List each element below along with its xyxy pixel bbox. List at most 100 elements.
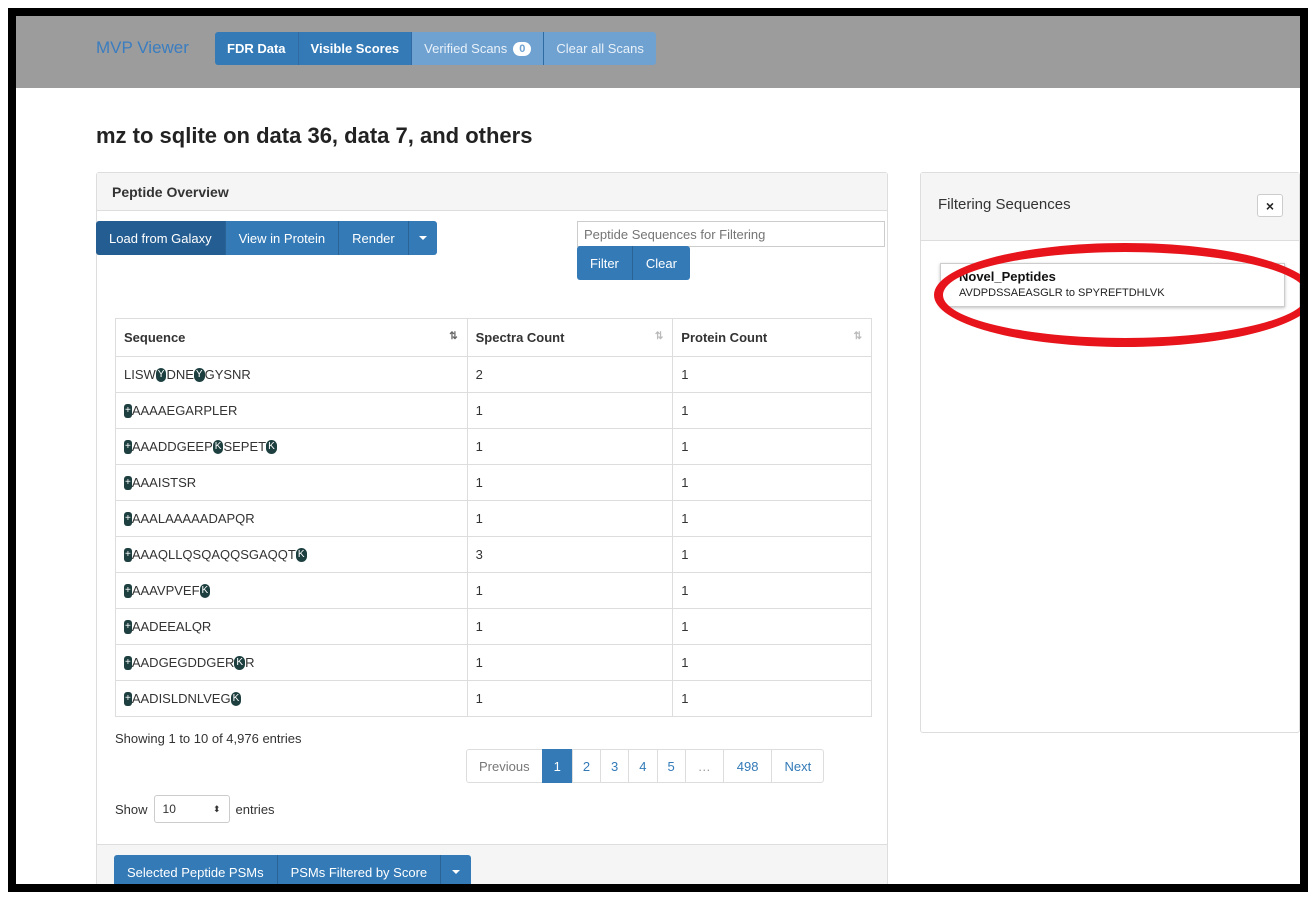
sequence-cell: +AAAAEGARPLER: [115, 392, 468, 429]
protein-count-cell: 1: [672, 356, 872, 393]
sort-icon: ⇅: [853, 331, 862, 342]
n-terminal-mod-badge: +: [124, 512, 132, 527]
page-length-value: 10: [162, 802, 176, 816]
sequence-text: AADISLDNLVEG: [131, 690, 231, 706]
column-header-protein-count[interactable]: Protein Count ⇅: [672, 318, 872, 357]
table-row[interactable]: +AAAAEGARPLER 1 1: [115, 392, 872, 429]
modified-residue-badge: K: [234, 656, 246, 671]
table-row[interactable]: +AADISLDNLVEG K 1 1: [115, 680, 872, 717]
fdr-data-button[interactable]: FDR Data: [215, 32, 299, 65]
column-header-label: Spectra Count: [475, 330, 565, 345]
sequence-text: AAAVPVEF: [131, 582, 200, 598]
protein-count-cell: 1: [672, 500, 872, 537]
clear-filter-button[interactable]: Clear: [632, 246, 690, 280]
peptide-overview-panel: Peptide Overview Load from Galaxy View i…: [96, 172, 888, 884]
n-terminal-mod-badge: +: [124, 548, 132, 563]
view-in-protein-button[interactable]: View in Protein: [225, 221, 340, 255]
close-icon[interactable]: ×: [1257, 194, 1283, 217]
visible-scores-button[interactable]: Visible Scores: [298, 32, 413, 65]
n-terminal-mod-badge: +: [124, 656, 132, 671]
column-header-label: Protein Count: [681, 330, 768, 345]
load-from-galaxy-button[interactable]: Load from Galaxy: [96, 221, 226, 255]
spectra-count-cell: 1: [466, 428, 674, 465]
sequence-text: DNE: [166, 366, 194, 382]
table-row[interactable]: +AADEEALQR 1 1: [115, 608, 872, 645]
protein-count-cell: 1: [672, 392, 872, 429]
protein-count-cell: 1: [672, 536, 872, 573]
sequence-cell: +AAADDGEEP K SEPET K: [115, 428, 468, 465]
sequence-text: AAADDGEEP: [131, 438, 213, 454]
sequence-text: AAAAEGARPLER: [131, 402, 238, 418]
show-label: Show: [115, 801, 148, 817]
sequence-cell: LISW Y DNE Y GYSNR: [115, 356, 468, 393]
spectra-count-cell: 1: [466, 572, 674, 609]
sequence-text: AAAQLLQSQAQQSGAQQT: [131, 546, 296, 562]
screenshot-frame: MVP Viewer FDR Data Visible Scores Verif…: [8, 8, 1308, 892]
spectra-count-cell: 1: [466, 500, 674, 537]
table-info: Showing 1 to 10 of 4,976 entries: [115, 731, 302, 746]
page-1-button[interactable]: 1: [541, 749, 573, 783]
next-page-button[interactable]: Next: [771, 749, 825, 783]
protein-count-cell: 1: [672, 464, 872, 501]
spectra-count-cell: 1: [466, 464, 674, 501]
n-terminal-mod-badge: +: [124, 404, 132, 419]
table-row[interactable]: +AAAVPVEF K 1 1: [115, 572, 872, 609]
sequence-text: LISW: [124, 366, 156, 382]
sort-icon: ⇅: [449, 331, 457, 342]
table-row[interactable]: +AADGEGDDGER K R 1 1: [115, 644, 872, 681]
psms-filtered-by-score-button[interactable]: PSMs Filtered by Score: [277, 855, 442, 884]
page-2-button[interactable]: 2: [571, 749, 602, 783]
pagination: Previous 1 2 3 4 5 … 498 Next: [466, 749, 825, 783]
page-498-button[interactable]: 498: [722, 749, 773, 783]
sort-icon: ⇅: [654, 331, 663, 342]
page-length-select[interactable]: 10 ⬍: [153, 795, 230, 823]
page-5-button[interactable]: 5: [656, 749, 686, 783]
column-header-label: Sequence: [124, 330, 186, 345]
table-row[interactable]: +AAALAAAAADAPQR 1 1: [115, 500, 872, 537]
n-terminal-mod-badge: +: [124, 476, 132, 491]
sequence-text: AAAISTSR: [131, 474, 197, 490]
protein-count-cell: 1: [672, 572, 872, 609]
modified-residue-badge: Y: [155, 368, 167, 383]
peptide-filter-input[interactable]: [577, 221, 885, 247]
table-row[interactable]: +AAADDGEEP K SEPET K 1 1: [115, 428, 872, 465]
brand-link[interactable]: MVP Viewer: [96, 38, 189, 58]
spectra-count-cell: 1: [466, 680, 674, 717]
n-terminal-mod-badge: +: [124, 440, 132, 455]
filtering-panel-header: Filtering Sequences ×: [921, 173, 1299, 241]
sequence-cell: +AADISLDNLVEG K: [115, 680, 468, 717]
column-header-spectra-count[interactable]: Spectra Count ⇅: [466, 318, 674, 357]
modified-residue-badge: K: [212, 440, 224, 455]
table-row[interactable]: +AAAQLLQSQAQQSGAQQT K 3 1: [115, 536, 872, 573]
sequence-cell: +AAAQLLQSQAQQSGAQQT K: [115, 536, 468, 573]
caret-down-icon: [452, 870, 461, 874]
n-terminal-mod-badge: +: [124, 620, 132, 635]
page-length-control: Show 10 ⬍ entries: [115, 795, 275, 823]
page-4-button[interactable]: 4: [628, 749, 658, 783]
selected-peptide-psms-button[interactable]: Selected Peptide PSMs: [114, 855, 278, 884]
red-highlight-ellipse: [934, 243, 1300, 347]
table-row[interactable]: +AAAISTSR 1 1: [115, 464, 872, 501]
sequence-cell: +AADEEALQR: [115, 608, 468, 645]
column-header-sequence[interactable]: Sequence ⇅: [115, 318, 468, 357]
peptide-table: Sequence ⇅ Spectra Count ⇅ Protein Count ⇅ …: [115, 318, 872, 717]
previous-page-button[interactable]: Previous: [466, 749, 543, 783]
modified-residue-badge: Y: [193, 368, 205, 383]
filter-button[interactable]: Filter: [577, 246, 633, 280]
page-3-button[interactable]: 3: [600, 749, 630, 783]
render-button[interactable]: Render: [339, 221, 409, 255]
sequence-cell: +AAAVPVEF K: [115, 572, 468, 609]
sequence-text: AADEEALQR: [131, 618, 212, 634]
select-arrows-icon: ⬍: [212, 803, 221, 814]
nav-button-group: FDR Data Visible Scores Verified Scans 0 …: [215, 32, 656, 65]
psm-dropdown-toggle[interactable]: [441, 855, 472, 884]
verified-scans-button[interactable]: Verified Scans 0: [412, 32, 545, 65]
sequence-text: AAALAAAAADAPQR: [131, 510, 255, 526]
pagination-ellipsis: …: [684, 749, 724, 783]
render-dropdown-toggle[interactable]: [408, 221, 437, 255]
clear-all-scans-button[interactable]: Clear all Scans: [544, 32, 656, 65]
sequence-text: R: [245, 654, 255, 670]
table-row[interactable]: LISW Y DNE Y GYSNR 2 1: [115, 356, 872, 393]
filter-button-group: Filter Clear: [577, 246, 690, 280]
protein-count-cell: 1: [672, 680, 872, 717]
